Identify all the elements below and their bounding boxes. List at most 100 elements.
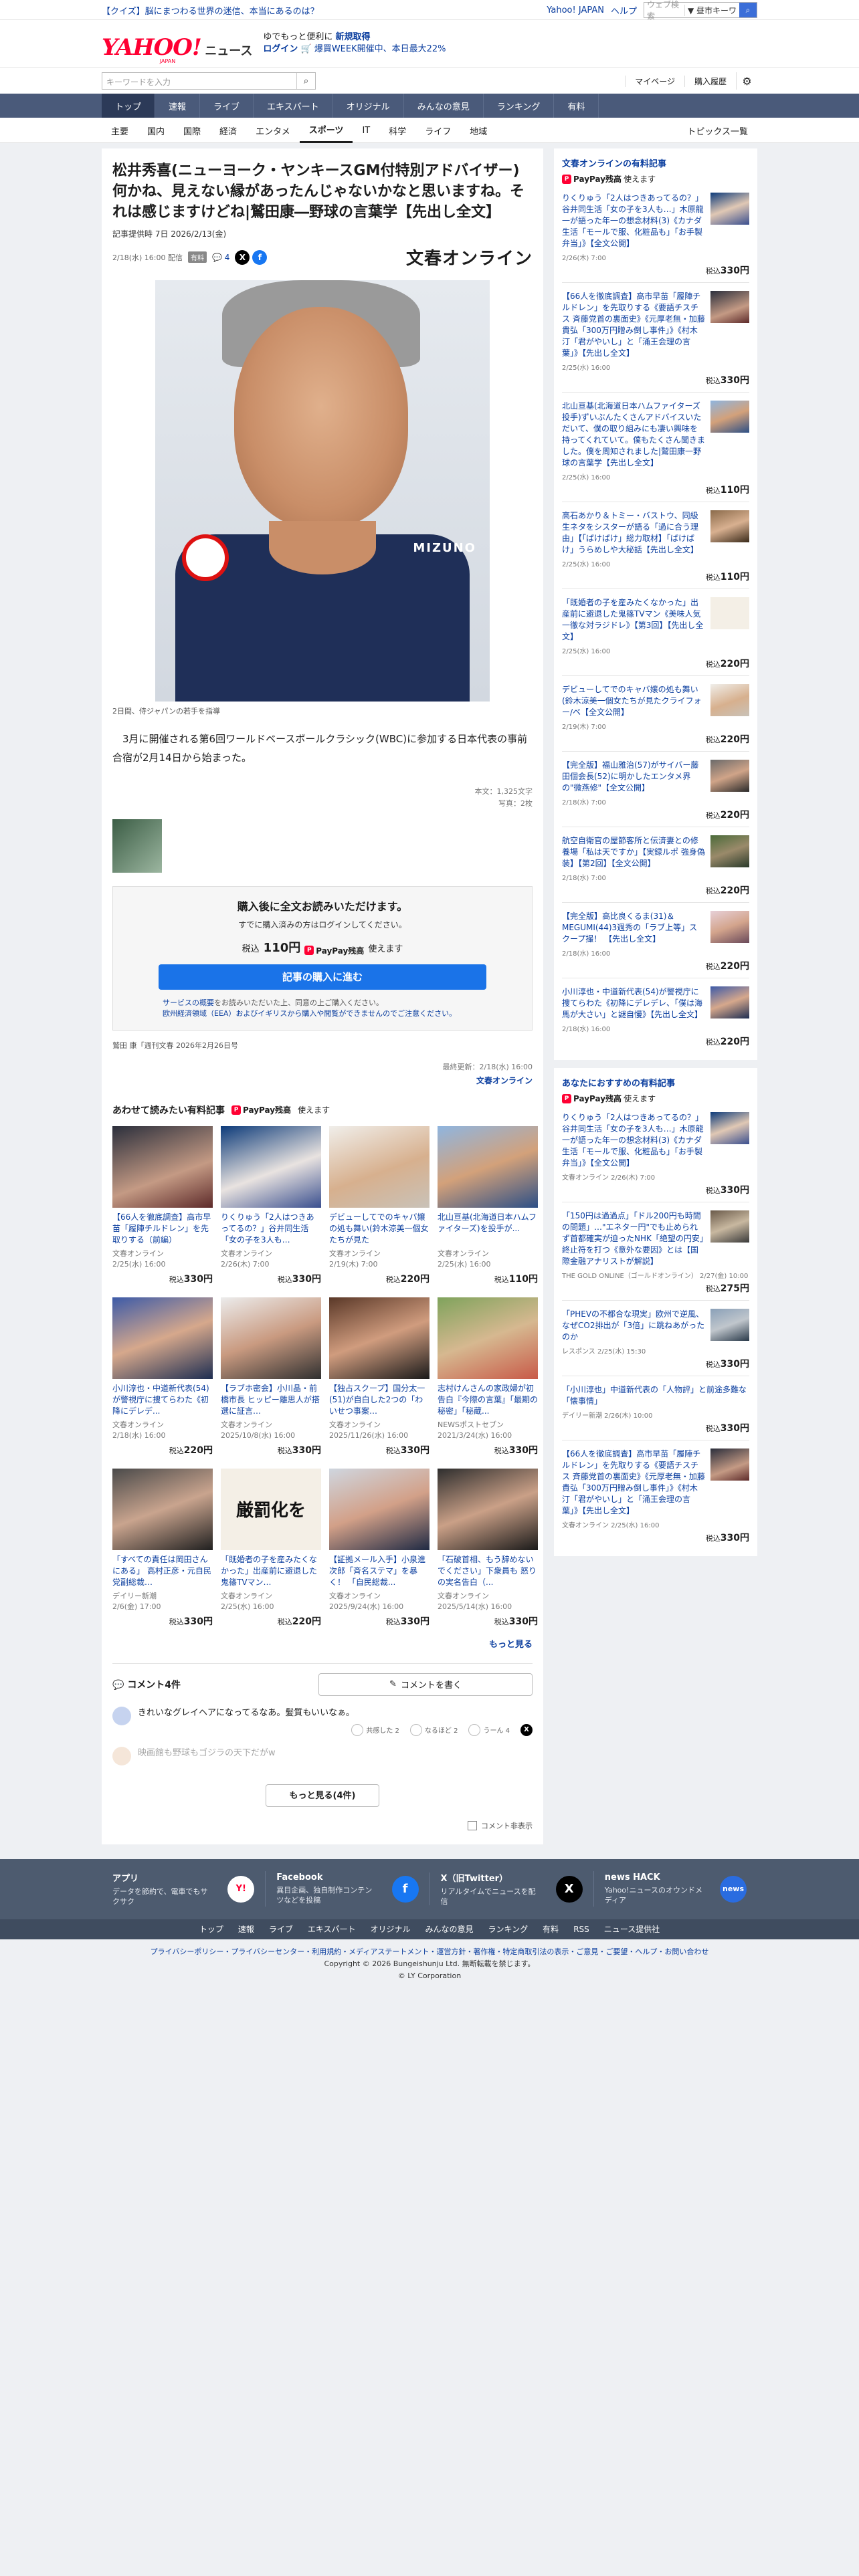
footer-link-breaking[interactable]: 速報: [238, 1923, 254, 1935]
sidebar-item[interactable]: 【66人を徹底調査】高市早苗「履陣チルドレン」を先取りする《要語チスチス 斉藤党…: [562, 283, 749, 393]
help-link[interactable]: ヘルプ: [611, 4, 637, 17]
sidebar-item[interactable]: 「150円は過過点」「ドル200円も時間の問題」…"エネター円"でも止められず首…: [562, 1202, 749, 1301]
sale-link[interactable]: 🛒 爆買WEEK開催中、本日最大22%: [301, 44, 446, 54]
tab-entertainment[interactable]: エンタメ: [246, 118, 300, 143]
nav-original[interactable]: オリジナル: [333, 94, 404, 118]
write-comment-button[interactable]: ✎ コメントを書く: [318, 1673, 533, 1696]
topics-list-link[interactable]: トピックス一覧: [678, 118, 757, 143]
footer-link-top[interactable]: トップ: [199, 1923, 223, 1935]
related-card[interactable]: 北山亘基(北海道日本ハムファイターズ)を投手が... 文春オンライン 2/25(水)…: [438, 1125, 538, 1285]
sidebar-heading[interactable]: あなたにおすすめの有料記事: [562, 1076, 749, 1089]
hide-comments-toggle[interactable]: コメント非表示: [112, 1820, 533, 1831]
related-card[interactable]: デビューしてでのキャバ嬢の処も舞い(鈴木涼美一個女たちが見た 文春オンライン 2/1…: [329, 1125, 430, 1285]
footer-link-ranking[interactable]: ランキング: [488, 1923, 529, 1935]
footer-link-opinions[interactable]: みんなの意見: [425, 1923, 474, 1935]
service-overview-link[interactable]: サービスの概要: [163, 998, 214, 1007]
tab-economy[interactable]: 経済: [210, 118, 246, 143]
nav-top[interactable]: トップ: [102, 94, 156, 118]
quiz-link[interactable]: 【クイズ】脳にまつわる世界の迷信、本当にあるのは？: [102, 4, 319, 17]
related-card[interactable]: 小川淳也・中道新代表(54)が警視庁に捜てらわた《初降にデレデ... 文春オンライ…: [112, 1297, 213, 1457]
tab-sports[interactable]: スポーツ: [299, 118, 353, 143]
yahoo-news-logo[interactable]: YAHOO! JAPAN ニュース: [102, 26, 252, 64]
ly-copyright: © LY Corporation: [397, 1971, 462, 1980]
footer-link-rss[interactable]: RSS: [573, 1925, 589, 1934]
tab-it[interactable]: IT: [353, 118, 379, 143]
search-icon[interactable]: ⌕: [296, 73, 315, 89]
nav-opinions[interactable]: みんなの意見: [404, 94, 484, 118]
nav-paid[interactable]: 有料: [554, 94, 599, 118]
more-comments-button[interactable]: もっと見る(4件): [266, 1784, 379, 1807]
related-card[interactable]: 「すべての責任は岡田さんにある」 高村正彦・元自民党副総裁… デイリー新潮 2/6(…: [112, 1468, 213, 1628]
sidebar-item[interactable]: 航空自衛官の屋節客所と伝済妻との修養場「私は天ですか」【実録ルポ 強身偽装】【第…: [562, 827, 749, 903]
article-photo[interactable]: MIZUNO: [155, 280, 490, 702]
purchase-button[interactable]: 記事の購入に進む: [159, 964, 486, 990]
web-search-input[interactable]: ウェブ検索: [644, 0, 684, 21]
related-card[interactable]: りくりゅう「2人はつきあってるの？」谷井同生活「女の子を3人も… 文春オンライン 2…: [221, 1125, 321, 1285]
related-card[interactable]: 厳罰化を 「既婚者の子を産みたくなかった」出産前に避退した鬼篠TVマン… 文春オンラ…: [221, 1468, 321, 1628]
photo-thumbnail[interactable]: [112, 819, 162, 873]
sidebar-item[interactable]: 【66人を徹底調査】高市早苗「履陣チルドレン」を先取りする《要語チスチス 斉藤党…: [562, 1440, 749, 1549]
footer-link-live[interactable]: ライブ: [269, 1923, 293, 1935]
related-card[interactable]: 志村けんさんの家政婦が初告白『今際の言葉』「最期の秘密」「秘蔵... NEWSポス…: [438, 1297, 538, 1457]
related-card[interactable]: 【証拠メール入手】小泉進次郎「斉名ステマ」を暴く！ 「自民総裁... 文春オンライ…: [329, 1468, 430, 1628]
hmm-icon: [468, 1723, 481, 1736]
related-card[interactable]: 【独占スクープ】国分太一(51)が自白した2つの「わいせつ事案… 文春オンライン 2…: [329, 1297, 430, 1457]
footer-app[interactable]: アプリ データを節約で、電車でもサクサク Y!: [102, 1871, 266, 1907]
publisher-link[interactable]: 文春オンライン: [112, 1075, 533, 1086]
related-card[interactable]: 【66人を徹底調査】高市早苗「履陣チルドレン」を先取りする（前編） 文春オンライン…: [112, 1125, 213, 1285]
sidebar-item[interactable]: 小川淳也・中道新代表(54)が警視庁に捜てらわた《初降にデレデレ、「僕は海馬が大…: [562, 978, 749, 1053]
nav-expert[interactable]: エキスパート: [254, 94, 333, 118]
hmm-button[interactable]: うーん 4: [468, 1723, 510, 1736]
login-prompt[interactable]: すでに購入済みの方はログインしてください。: [126, 919, 518, 930]
tab-main[interactable]: 主要: [102, 118, 138, 143]
insight-button[interactable]: なるほど 2: [409, 1723, 458, 1736]
x-share-icon[interactable]: X: [520, 1723, 533, 1736]
footer-facebook[interactable]: Facebook 異目企画、独自制作コンテンツなどを投稿 f: [266, 1872, 430, 1905]
sidebar-item[interactable]: 【完全版】高比良くるま(31)＆MEGUMI(44)3週秀の「ラブ上等」スクープ…: [562, 903, 749, 978]
tab-science[interactable]: 科学: [379, 118, 415, 143]
footer-link-original[interactable]: オリジナル: [371, 1923, 411, 1935]
legal-links[interactable]: プライバシーポリシー・プライバシーセンター・利用規約・メディアステートメント・運…: [0, 1946, 859, 1958]
sidebar-item[interactable]: 「PHEVの不都合な現実」欧州で逆風、なぜCO2排出が「3倍」に跳ねあがったのか…: [562, 1301, 749, 1376]
footer-newshack[interactable]: news HACK Yahoo!ニュースのオウンドメディア news: [594, 1872, 757, 1905]
related-more-link[interactable]: もっと見る: [112, 1637, 533, 1650]
tab-domestic[interactable]: 国内: [138, 118, 174, 143]
sidebar-item[interactable]: デビューしてでのキャバ嬢の処も舞い(鈴木涼美一個女たちが見たクライフォー/ベ【全…: [562, 676, 749, 752]
footer-link-providers[interactable]: ニュース提供社: [604, 1923, 660, 1935]
sidebar-item[interactable]: りくりゅう「2人はつきあってるの？」谷井同生活「女の子を3人も…」木原龍一が語っ…: [562, 185, 749, 283]
search-scope-select[interactable]: ▼ 昼市キーワ: [684, 4, 739, 16]
footer-link-paid[interactable]: 有料: [543, 1923, 559, 1935]
tab-international[interactable]: 国際: [174, 118, 210, 143]
sidebar-item[interactable]: 北山亘基(北海道日本ハムファイターズ 投手)ずいぶんたくさんアドバイスいただいて…: [562, 393, 749, 502]
sidebar-item[interactable]: りくりゅう「2人はつきあってるの？」谷井同生活「女の子を3人も…」木原龍一が語っ…: [562, 1104, 749, 1202]
signup-link[interactable]: 新規取得: [336, 32, 371, 42]
empathy-button[interactable]: 共感した 2: [351, 1723, 399, 1736]
paypay-icon: P: [562, 174, 571, 184]
eea-notice[interactable]: 欧州経済領域（EEA）およびイギリスから購入や閲覧ができませんのでご注意ください…: [163, 1008, 518, 1019]
search-icon[interactable]: ⌕: [739, 3, 757, 17]
publisher-logo[interactable]: 文春オンライン: [406, 245, 533, 270]
yahoo-japan-link[interactable]: Yahoo! JAPAN: [547, 5, 604, 15]
keyword-input[interactable]: キーワードを入力: [102, 73, 296, 89]
sidebar-item[interactable]: 「小川淳也」中道新代表の「人物評」と前途多難な「懐事情」 デイリー新潮 2/26(…: [562, 1376, 749, 1440]
purchase-history-link[interactable]: 購入履歴: [684, 75, 736, 87]
tab-life[interactable]: ライフ: [415, 118, 460, 143]
nav-ranking[interactable]: ランキング: [484, 94, 555, 118]
facebook-share-icon[interactable]: f: [252, 249, 268, 265]
sidebar-item[interactable]: 「既婚者の子を産みたくなかった」出産前に避退した鬼篠TVマン《美味人気一徹な対ラ…: [562, 589, 749, 676]
x-share-icon[interactable]: X: [235, 249, 250, 265]
footer-link-expert[interactable]: エキスパート: [308, 1923, 356, 1935]
nav-live[interactable]: ライブ: [200, 94, 254, 118]
footer-x[interactable]: X（旧Twitter） リアルタイムでニュースを配信 X: [430, 1871, 594, 1907]
sidebar-item[interactable]: 【完全版】福山雅治(57)がサイバー藤田個会長(52)に明かしたエンタメ界の"微…: [562, 752, 749, 827]
sidebar-item[interactable]: 高石あかり＆トミー・バストウ、同級生ネタをシスターが語る「過に合う理由」【「ばけ…: [562, 502, 749, 589]
comment-count-link[interactable]: 💬 4: [212, 253, 229, 262]
related-card[interactable]: 「石破首相、もう辞めないでください」下衆員も 怒りの実名告白（... 文春オンライ…: [438, 1468, 538, 1628]
related-card[interactable]: 【ラブホ密会】小川晶・前橋市長 ヒッピー離思人が搭選に証言… 文春オンライン 202…: [221, 1297, 321, 1457]
sidebar-heading[interactable]: 文春オンラインの有料記事: [562, 156, 749, 169]
tab-region[interactable]: 地域: [460, 118, 496, 143]
mypage-link[interactable]: マイページ: [625, 75, 684, 87]
nav-breaking[interactable]: 速報: [155, 94, 201, 118]
login-link[interactable]: ログイン: [263, 44, 298, 54]
gear-icon[interactable]: ⚙: [736, 72, 757, 90]
